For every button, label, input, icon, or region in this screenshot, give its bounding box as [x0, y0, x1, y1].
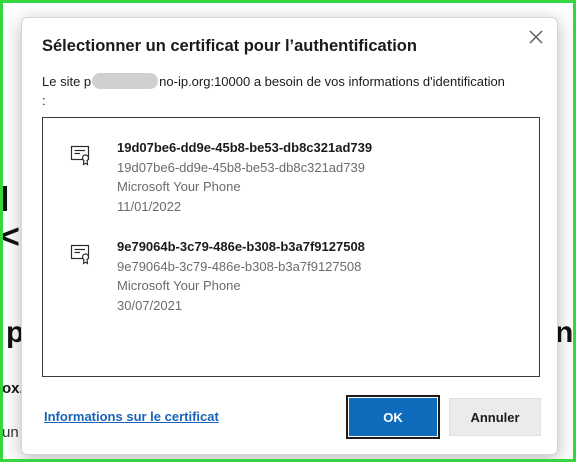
close-button[interactable] [525, 26, 547, 48]
background-text-fragment: < [0, 218, 20, 256]
background-text-fragment: un [2, 424, 19, 441]
close-icon [529, 30, 543, 44]
certificate-date: 11/01/2022 [117, 198, 182, 214]
certificate-item[interactable]: 19d07be6-dd9e-45b8-be53-db8c321ad739 19d… [43, 134, 539, 224]
certificate-issuer: Microsoft Your Phone [117, 278, 241, 293]
description-prefix: Le site p [42, 74, 92, 89]
ok-button[interactable]: OK [346, 395, 440, 439]
certificate-name: 19d07be6-dd9e-45b8-be53-db8c321ad739 [117, 140, 373, 155]
certificate-dialog: Sélectionner un certificat pour l’authen… [21, 17, 558, 455]
certificate-item[interactable]: 9e79064b-3c79-486e-b308-b3a7f9127508 9e7… [43, 233, 539, 323]
certificate-id: 9e79064b-3c79-486e-b308-b3a7f9127508 [117, 258, 362, 274]
certificate-list: 19d07be6-dd9e-45b8-be53-db8c321ad739 19d… [42, 117, 540, 377]
certificate-name: 9e79064b-3c79-486e-b308-b3a7f9127508 [117, 239, 365, 254]
certificate-date: 30/07/2021 [117, 297, 183, 313]
dialog-title: Sélectionner un certificat pour l’authen… [42, 37, 417, 55]
dialog-description: Le site p no-ip.org:10000 a besoin de vos… [42, 72, 512, 110]
certificate-icon [70, 244, 90, 265]
certificate-icon [70, 145, 90, 166]
background-text-fragment: l [0, 181, 10, 219]
certificate-info-link[interactable]: Informations sur le certificat [44, 409, 219, 424]
certificate-issuer: Microsoft Your Phone [117, 179, 241, 194]
cancel-button[interactable]: Annuler [449, 398, 541, 436]
background-text-fragment: nt [555, 316, 576, 349]
certificate-id: 19d07be6-dd9e-45b8-be53-db8c321ad739 [117, 159, 365, 175]
redacted-hostname [92, 73, 159, 89]
